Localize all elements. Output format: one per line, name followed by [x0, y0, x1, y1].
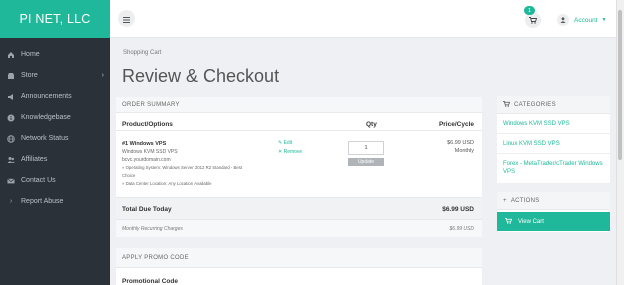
caret-down-icon: ▼ [601, 17, 607, 23]
quantity-input[interactable]: 1 [348, 141, 384, 155]
users-icon [7, 156, 15, 164]
sidebar-item-contact-us[interactable]: Contact Us [0, 170, 110, 191]
product-name: #1 Windows VPS [122, 141, 167, 147]
categories-heading: CATEGORIES [497, 96, 610, 114]
scrollbar-thumb[interactable] [618, 10, 622, 160]
promo-code-label: Promotional Code [122, 278, 178, 285]
sidebar-item-label: Network Status [21, 135, 69, 142]
category-link[interactable]: Forex - MetaTrader/cTrader Windows VPS [497, 154, 610, 181]
plus-icon: + [503, 197, 507, 204]
breadcrumb[interactable]: Shopping Cart [123, 50, 161, 56]
recurring-label: Monthly Recurring Charges [122, 226, 183, 232]
page-title: Review & Checkout [122, 66, 280, 86]
total-due-row: Total Due Today $6.99 USD [116, 197, 482, 219]
home-icon [7, 51, 15, 59]
sidebar-item-label: Store [21, 72, 38, 79]
sidebar-item-label: Contact Us [21, 177, 56, 184]
cart-item-row: #1 Windows VPS Windows KVM SSD VPS bcvc.… [116, 133, 482, 197]
view-cart-button[interactable]: View Cart [497, 212, 610, 231]
chevron-right-icon: › [101, 72, 104, 79]
recurring-charges-row: Monthly Recurring Charges $6.99 USD [116, 219, 482, 237]
main-content: Shopping Cart Review & Checkout ORDER SU… [110, 38, 616, 285]
close-icon: ✕ [278, 149, 283, 155]
column-qty: Qty [366, 121, 377, 128]
product-domain: bcvc.yourdomain.com [122, 157, 171, 163]
category-link[interactable]: Linux KVM SSD VPS [497, 134, 610, 154]
promo-code-heading: APPLY PROMO CODE [116, 248, 482, 268]
column-price: Price/Cycle [438, 121, 474, 128]
hamburger-icon [123, 10, 130, 28]
actions-panel: + ACTIONS View Cart [497, 192, 610, 232]
top-bar: 1 Account ▼ [110, 0, 624, 38]
brand-name[interactable]: PI NET, LLC [20, 12, 91, 26]
sidebar-item-label: Affiliates [21, 156, 48, 163]
product-option: Choice [122, 173, 136, 178]
order-summary-columns: Product/Options Qty Price/Cycle [116, 117, 482, 131]
menu-toggle-button[interactable] [118, 10, 135, 27]
sidebar-item-home[interactable]: Home [0, 44, 110, 65]
sidebar-item-affiliates[interactable]: Affiliates [0, 149, 110, 170]
item-cycle: Monthly [454, 148, 474, 154]
pencil-icon: ✎ [278, 140, 283, 146]
sidebar-item-network-status[interactable]: Network Status [0, 128, 110, 149]
store-icon [7, 72, 15, 80]
update-button[interactable]: Update [348, 158, 384, 166]
info-icon [7, 114, 15, 122]
sidebar-item-announcements[interactable]: Announcements [0, 86, 110, 107]
promo-code-panel: APPLY PROMO CODE Promotional Code [116, 248, 482, 285]
category-link[interactable]: Windows KVM SSD VPS [497, 114, 610, 134]
order-summary-heading: ORDER SUMMARY [116, 97, 482, 113]
order-summary-panel: ORDER SUMMARY Product/Options Qty Price/… [116, 97, 482, 237]
cart-icon [505, 217, 513, 226]
total-due-label: Total Due Today [122, 206, 172, 213]
account-menu[interactable]: Account ▼ [557, 14, 606, 26]
product-group: Windows KVM SSD VPS [122, 149, 178, 155]
sidebar-item-label: Report Abuse [21, 198, 64, 205]
column-product: Product/Options [122, 121, 173, 128]
account-label: Account [574, 16, 598, 24]
cart-count-badge: 1 [524, 6, 535, 15]
shopping-cart-icon [503, 100, 511, 109]
edit-link[interactable]: ✎ Edit [278, 140, 292, 146]
globe-icon [7, 134, 15, 143]
sidebar-item-report-abuse[interactable]: › Report Abuse [0, 191, 110, 212]
categories-panel: CATEGORIES Windows KVM SSD VPS Linux KVM… [497, 96, 610, 183]
sidebar-item-knowledgebase[interactable]: Knowledgebase [0, 107, 110, 128]
sidebar-item-label: Home [21, 51, 40, 58]
megaphone-icon [7, 93, 15, 101]
sidebar: PI NET, LLC Home Store › Announcements K… [0, 0, 110, 285]
sidebar-item-store[interactable]: Store › [0, 65, 110, 86]
chevron-right-icon: › [9, 198, 13, 205]
item-price: $6.99 USD [447, 140, 474, 146]
envelope-icon [7, 177, 15, 185]
total-due-value: $6.99 USD [442, 206, 474, 213]
remove-link[interactable]: ✕ Remove [278, 149, 302, 155]
sidebar-item-label: Knowledgebase [21, 114, 71, 121]
brand-logo[interactable]: PI NET, LLC [0, 0, 110, 38]
product-option: » Data Center Location: Any Location Ava… [122, 181, 212, 186]
recurring-value: $6.99 USD [449, 226, 474, 232]
actions-heading: + ACTIONS [497, 192, 610, 210]
product-option: » Operating System: Windows Server 2012 … [122, 165, 243, 170]
user-icon [557, 14, 569, 26]
sidebar-nav: Home Store › Announcements Knowledgebase… [0, 38, 110, 212]
sidebar-item-label: Announcements [21, 93, 72, 100]
